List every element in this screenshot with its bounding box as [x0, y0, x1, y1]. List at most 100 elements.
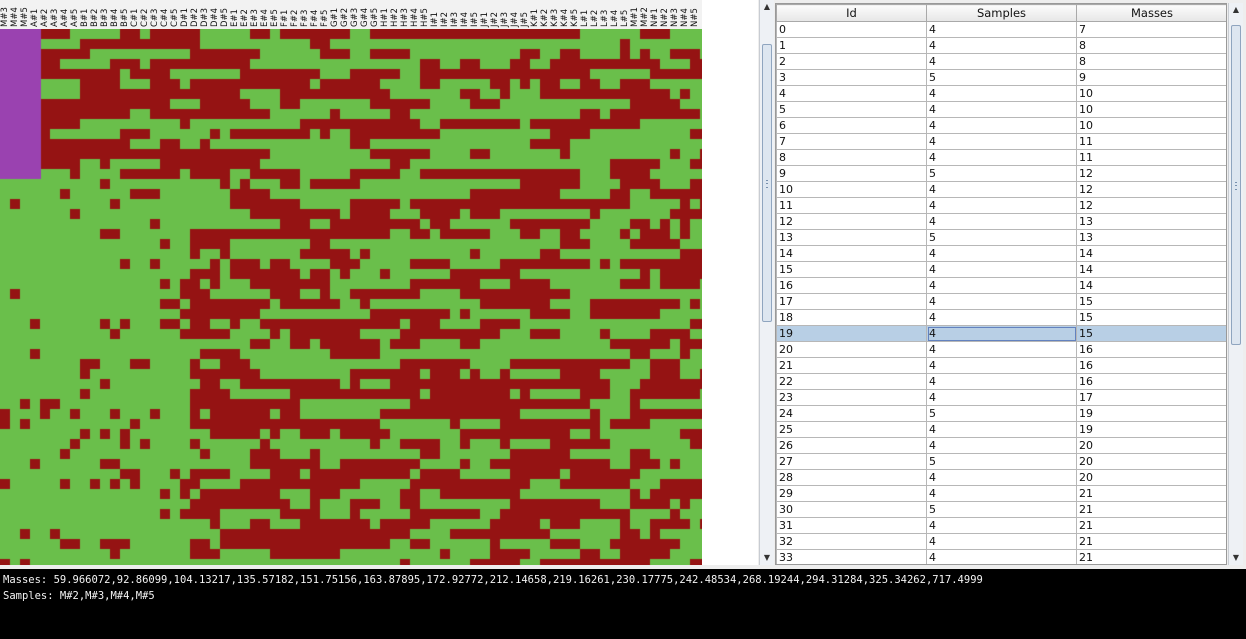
table-row[interactable]: 21 4 16 [776, 357, 1226, 374]
cell-masses[interactable]: 12 [1076, 165, 1226, 182]
table-row[interactable]: 25 4 19 [776, 421, 1226, 438]
cell-samples[interactable]: 4 [926, 197, 1077, 214]
cell-masses[interactable]: 21 [1076, 485, 1226, 502]
cell-masses[interactable]: 10 [1076, 101, 1226, 118]
cell-id[interactable]: 9 [776, 165, 927, 182]
cell-samples[interactable]: 5 [926, 501, 1077, 518]
cell-id[interactable]: 6 [776, 117, 927, 134]
cell-id[interactable]: 29 [776, 485, 927, 502]
cell-masses[interactable]: 11 [1076, 133, 1226, 150]
mass-table[interactable]: Id Samples Masses 0 4 7 1 4 8 2 4 8 3 5 9 4 4 10 5 4 10 6 4… [775, 3, 1227, 565]
table-row[interactable]: 16 4 14 [776, 277, 1226, 294]
cell-samples[interactable]: 4 [926, 277, 1077, 294]
cell-samples[interactable]: 4 [926, 421, 1077, 438]
cell-id[interactable]: 24 [776, 405, 927, 422]
cell-samples[interactable]: 4 [926, 117, 1077, 134]
cell-masses[interactable]: 7 [1076, 21, 1226, 38]
mass-presence-heatmap[interactable] [0, 29, 702, 565]
up-arrow-icon[interactable]: ▲ [1229, 3, 1243, 17]
down-arrow-icon[interactable]: ▼ [1229, 551, 1243, 565]
cell-samples[interactable]: 4 [926, 293, 1077, 310]
cell-id[interactable]: 17 [776, 293, 927, 310]
cell-id[interactable]: 7 [776, 133, 927, 150]
cell-id[interactable]: 2 [776, 53, 927, 70]
table-row[interactable]: 22 4 16 [776, 373, 1226, 390]
cell-id[interactable]: 28 [776, 469, 927, 486]
cell-masses[interactable]: 19 [1076, 421, 1226, 438]
cell-masses[interactable]: 10 [1076, 117, 1226, 134]
column-header-masses[interactable]: Masses [1076, 4, 1226, 22]
cell-samples[interactable]: 4 [926, 149, 1077, 166]
cell-samples[interactable]: 5 [926, 405, 1077, 422]
table-row[interactable]: 8 4 11 [776, 149, 1226, 166]
cell-id[interactable]: 10 [776, 181, 927, 198]
cell-masses[interactable]: 16 [1076, 373, 1226, 390]
table-row[interactable]: 11 4 12 [776, 197, 1226, 214]
cell-id[interactable]: 26 [776, 437, 927, 454]
cell-samples[interactable]: 4 [926, 261, 1077, 278]
table-row[interactable]: 9 5 12 [776, 165, 1226, 182]
cell-id[interactable]: 23 [776, 389, 927, 406]
cell-masses[interactable]: 8 [1076, 53, 1226, 70]
heatmap-vertical-scrollbar[interactable]: ▲ ▼ [759, 0, 774, 565]
table-row[interactable]: 047 [776, 21, 1226, 38]
cell-id[interactable]: 33 [776, 549, 927, 564]
cell-masses[interactable]: 12 [1076, 181, 1226, 198]
heatmap-scroll-thumb[interactable] [762, 44, 772, 322]
cell-masses[interactable]: 16 [1076, 357, 1226, 374]
down-arrow-icon[interactable]: ▼ [760, 551, 774, 565]
cell-samples[interactable]: 4 [926, 389, 1077, 406]
cell-masses[interactable]: 13 [1076, 213, 1226, 230]
cell-masses[interactable]: 20 [1076, 437, 1226, 454]
cell-masses[interactable]: 9 [1076, 69, 1226, 86]
cell-masses[interactable]: 20 [1076, 453, 1226, 470]
cell-samples[interactable]: 4 [926, 53, 1077, 70]
cell-masses[interactable]: 17 [1076, 389, 1226, 406]
column-header-samples[interactable]: Samples [926, 4, 1077, 22]
cell-samples[interactable]: 4 [926, 437, 1077, 454]
cell-id[interactable]: 11 [776, 197, 927, 214]
cell-masses[interactable]: 12 [1076, 197, 1226, 214]
cell-id[interactable]: 20 [776, 341, 927, 358]
table-row[interactable]: 31 4 21 [776, 517, 1226, 534]
cell-id[interactable]: 19 [776, 325, 927, 342]
cell-samples[interactable]: 4 [926, 469, 1077, 486]
cell-masses[interactable]: 21 [1076, 517, 1226, 534]
cell-masses[interactable]: 21 [1076, 533, 1226, 550]
cell-masses[interactable]: 10 [1076, 85, 1226, 102]
table-row[interactable]: 24 5 19 [776, 405, 1226, 422]
table-row[interactable]: 32 4 21 [776, 533, 1226, 550]
cell-id[interactable]: 22 [776, 373, 927, 390]
cell-id[interactable]: 0 [776, 21, 927, 38]
cell-samples[interactable]: 4 [926, 485, 1077, 502]
table-row[interactable]: 15 4 14 [776, 261, 1226, 278]
cell-masses[interactable]: 14 [1076, 245, 1226, 262]
table-row[interactable]: 20 4 16 [776, 341, 1226, 358]
cell-samples[interactable]: 5 [926, 453, 1077, 470]
table-row[interactable]: 30 5 21 [776, 501, 1226, 518]
cell-samples[interactable]: 4 [926, 101, 1077, 118]
cell-id[interactable]: 31 [776, 517, 927, 534]
cell-masses[interactable]: 21 [1076, 501, 1226, 518]
table-row[interactable]: 248 [776, 53, 1226, 70]
cell-samples[interactable]: 4 [926, 341, 1077, 358]
cell-samples[interactable]: 5 [926, 69, 1077, 86]
cell-id[interactable]: 18 [776, 309, 927, 326]
table-row[interactable]: 148 [776, 37, 1226, 54]
up-arrow-icon[interactable]: ▲ [760, 0, 774, 14]
table-row[interactable]: 14 4 14 [776, 245, 1226, 262]
cell-id[interactable]: 13 [776, 229, 927, 246]
table-row[interactable]: 28 4 20 [776, 469, 1226, 486]
cell-masses[interactable]: 21 [1076, 549, 1226, 564]
table-row[interactable]: 29 4 21 [776, 485, 1226, 502]
cell-samples[interactable]: 4 [926, 357, 1077, 374]
cell-id[interactable]: 3 [776, 69, 927, 86]
cell-samples[interactable]: 4 [926, 181, 1077, 198]
cell-id[interactable]: 5 [776, 101, 927, 118]
table-row[interactable]: 19 4 15 [776, 325, 1226, 342]
cell-id[interactable]: 1 [776, 37, 927, 54]
cell-masses[interactable]: 13 [1076, 229, 1226, 246]
cell-masses[interactable]: 19 [1076, 405, 1226, 422]
cell-masses[interactable]: 20 [1076, 469, 1226, 486]
cell-masses[interactable]: 15 [1076, 293, 1226, 310]
